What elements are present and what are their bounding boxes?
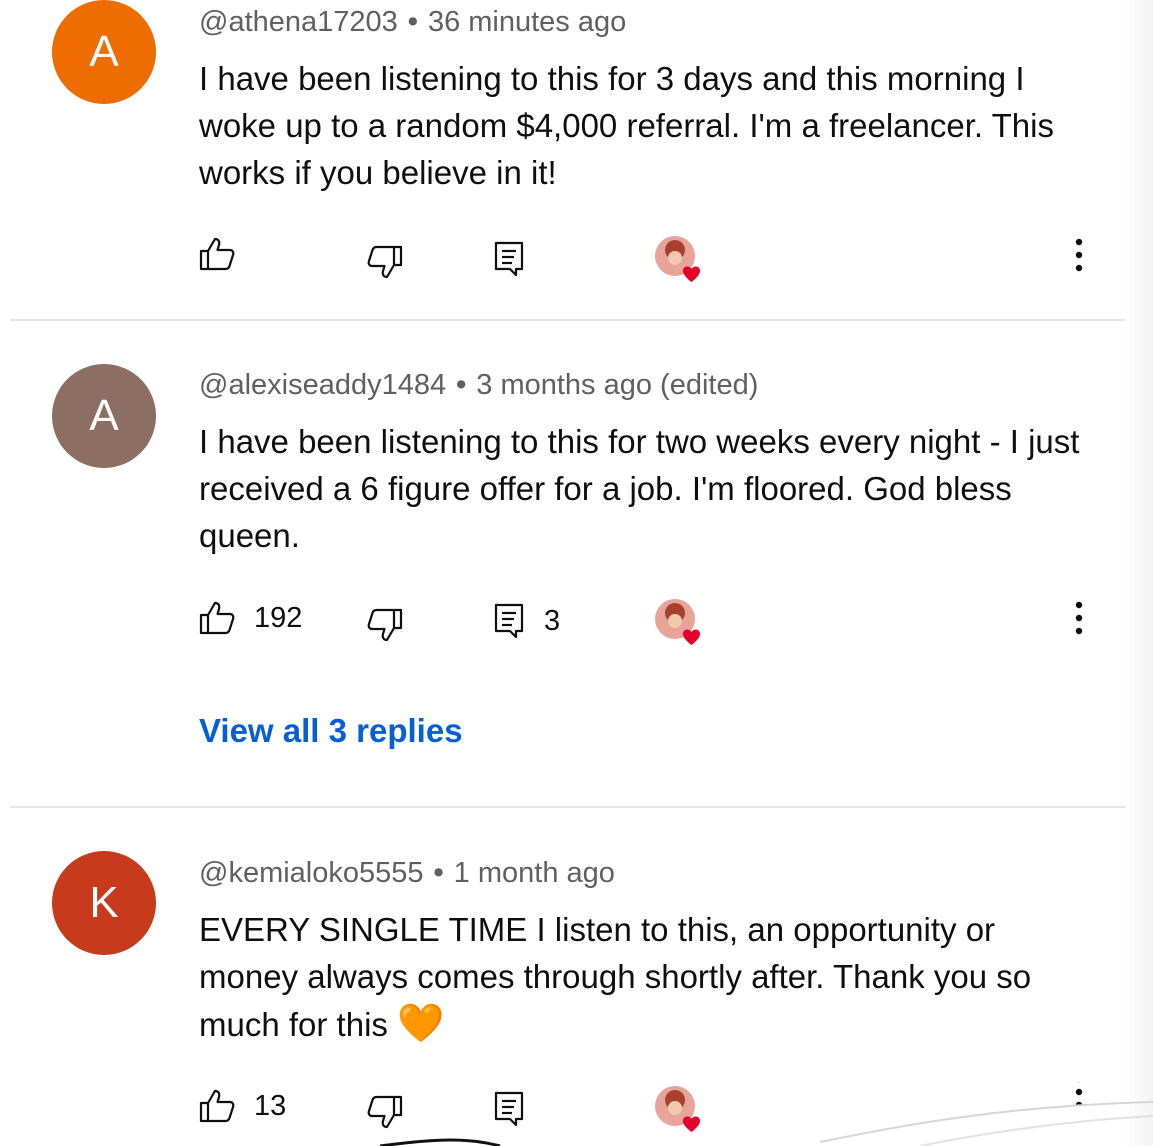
divider — [10, 319, 1125, 321]
comment-time[interactable]: 3 months ago (edited) — [476, 369, 758, 401]
reply-comment-icon — [494, 241, 524, 277]
thumbs-down-icon — [366, 607, 404, 643]
avatar[interactable]: A — [52, 0, 156, 104]
thumbs-up-icon — [198, 236, 236, 272]
thumbs-down-icon — [366, 244, 404, 280]
meta-separator: • — [456, 369, 467, 401]
thumbs-up-icon — [198, 600, 236, 636]
meta-separator: • — [407, 6, 418, 38]
reply-button[interactable] — [494, 241, 524, 277]
comment-author[interactable]: @kemialoko5555 — [199, 857, 424, 889]
avatar[interactable]: A — [52, 364, 156, 468]
more-vertical-icon — [1075, 238, 1083, 277]
comment-meta: @kemialoko5555 • 1 month ago — [199, 857, 615, 890]
view-replies-link[interactable]: View all 3 replies — [199, 712, 463, 750]
like-button[interactable]: 192 — [198, 600, 302, 636]
like-count: 192 — [254, 601, 303, 634]
comment-time[interactable]: 1 month ago — [454, 857, 615, 889]
comment-text: I have been listening to this for 3 days… — [199, 60, 1054, 191]
orange-heart-emoji: 🧡 — [397, 1001, 445, 1045]
dislike-button[interactable] — [366, 244, 404, 280]
comment-text-block: EVERY SINGLE TIME I listen to this, an o… — [199, 906, 1099, 1048]
meta-separator: • — [433, 857, 444, 889]
bottom-swipe-curve — [379, 1101, 1153, 1146]
divider — [10, 806, 1125, 808]
comment-meta: @athena17203 • 36 minutes ago — [199, 6, 626, 39]
reply-count: 3 — [544, 604, 561, 637]
like-button[interactable] — [198, 236, 236, 272]
dislike-button[interactable] — [366, 607, 404, 643]
avatar[interactable]: K — [52, 851, 156, 955]
creator-heart-avatar-icon — [653, 597, 709, 653]
reply-button[interactable]: 3 — [494, 603, 560, 639]
comment-author[interactable]: @athena17203 — [199, 6, 398, 38]
comment-author[interactable]: @alexiseaddy1484 — [199, 369, 446, 401]
comment-time[interactable]: 36 minutes ago — [428, 6, 626, 38]
comment-meta: @alexiseaddy1484 • 3 months ago (edited) — [199, 369, 758, 402]
more-options-button[interactable] — [1064, 237, 1094, 277]
more-options-button[interactable] — [1064, 600, 1094, 640]
reply-comment-icon — [494, 603, 524, 639]
comment-text: EVERY SINGLE TIME I listen to this, an o… — [199, 911, 1032, 1043]
creator-heart-avatar-icon — [653, 234, 709, 290]
comment-text: I have been listening to this for two we… — [199, 423, 1080, 554]
more-vertical-icon — [1075, 601, 1083, 640]
right-edge-shadow — [1125, 0, 1153, 1146]
